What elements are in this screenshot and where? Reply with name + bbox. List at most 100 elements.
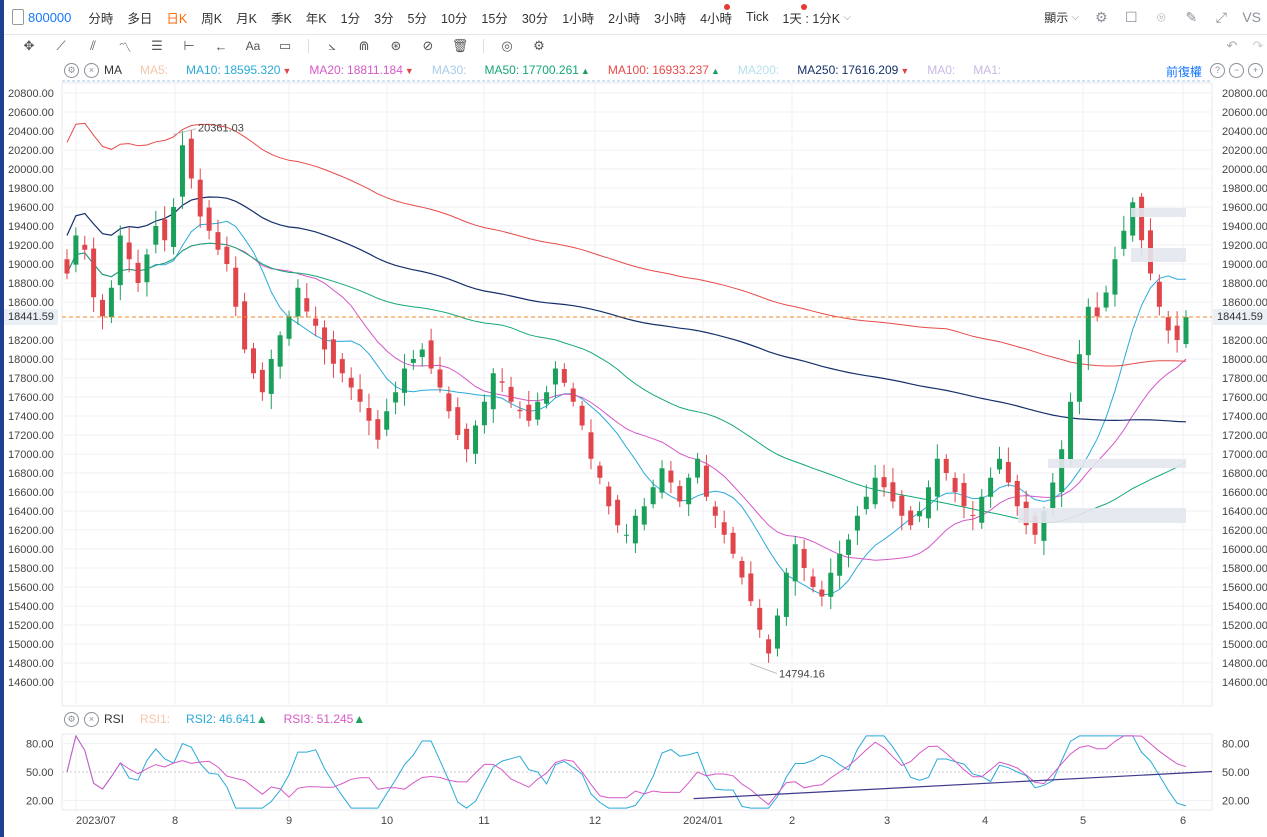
candle-body: [677, 486, 683, 502]
candle-body: [295, 287, 301, 317]
y-tick-label-right: 20400.00: [1222, 126, 1267, 138]
y-tick-label-left: 19400.00: [8, 221, 54, 233]
candle-body: [890, 482, 896, 502]
rsi-tick-label-right: 80.00: [1222, 739, 1250, 751]
y-tick-label-left: 16800.00: [8, 468, 54, 480]
candle-body: [846, 539, 852, 555]
candle-body: [695, 458, 701, 478]
x-tick-label: 8: [172, 815, 178, 827]
y-tick-label-left: 20600.00: [8, 107, 54, 119]
x-tick-label: 4: [982, 815, 988, 827]
x-tick-label: 5: [1080, 815, 1086, 827]
y-tick-label-right: 15000.00: [1222, 639, 1267, 651]
candle-body: [739, 560, 745, 578]
ma250-line: [66, 196, 1187, 423]
y-tick-label-right: 16400.00: [1222, 506, 1267, 518]
y-tick-label-left: 17000.00: [8, 449, 54, 461]
candle-body: [1076, 354, 1082, 402]
candle-body: [615, 499, 621, 526]
volume-profile-zone: [1131, 208, 1186, 217]
x-tick-label: 3: [884, 815, 890, 827]
candle-body: [153, 226, 159, 245]
candle-body: [1103, 292, 1109, 308]
candle-body: [455, 407, 461, 435]
y-tick-label-left: 16000.00: [8, 544, 54, 556]
candle-body: [517, 409, 523, 412]
y-tick-label-right: 16200.00: [1222, 525, 1267, 537]
candle-body: [917, 511, 923, 517]
candle-body: [810, 576, 816, 587]
candle-body: [100, 299, 106, 317]
candle-body: [526, 404, 532, 421]
candle-body: [1085, 306, 1091, 356]
candle-body: [837, 553, 843, 576]
candle-body: [1174, 325, 1180, 340]
candle-body: [508, 386, 514, 402]
candle-body: [251, 348, 256, 374]
volume-profile-zone: [1018, 508, 1186, 523]
y-tick-label-right: 20800.00: [1222, 88, 1267, 100]
y-tick-label-right: 20000.00: [1222, 164, 1267, 176]
y-tick-label-right: 15200.00: [1222, 620, 1267, 632]
candle-body: [730, 532, 736, 554]
candle-body: [686, 477, 692, 505]
y-tick-label-right: 16000.00: [1222, 544, 1267, 556]
y-tick-label-left: 20400.00: [8, 126, 54, 138]
candle-body: [357, 389, 363, 402]
y-tick-label-right: 20600.00: [1222, 107, 1267, 119]
y-tick-label-left: 18200.00: [8, 335, 54, 347]
candle-body: [286, 316, 292, 339]
y-tick-label-right: 19400.00: [1222, 221, 1267, 233]
candle-body: [162, 219, 168, 241]
y-tick-label-left: 20000.00: [8, 164, 54, 176]
candle-body: [863, 496, 869, 510]
candle-body: [446, 393, 452, 412]
candle-body: [1059, 449, 1065, 492]
candle-body: [277, 335, 283, 367]
candle-body: [206, 207, 212, 231]
candle-body: [792, 544, 798, 582]
candle-body: [570, 388, 576, 402]
candle-body: [91, 248, 97, 298]
candle-body: [242, 301, 248, 350]
candle-body: [988, 477, 994, 497]
price-chart[interactable]: 20800.00 20800.00 20600.00 20600.00 20400.00…: [0, 0, 1267, 837]
candle-body: [961, 482, 967, 507]
candle-body: [1068, 401, 1074, 460]
candle-body: [428, 340, 434, 369]
candle-body: [1121, 230, 1127, 249]
y-tick-label-right: 14800.00: [1222, 658, 1267, 670]
candle-body: [339, 359, 345, 374]
candle-body: [552, 368, 558, 385]
y-tick-label-left: 17200.00: [8, 430, 54, 442]
candle-body: [473, 425, 479, 454]
y-tick-label-right: 19200.00: [1222, 240, 1267, 252]
y-tick-label-left: 15400.00: [8, 601, 54, 613]
x-tick-label: 2023/07: [76, 815, 116, 827]
y-tick-label-left: 16200.00: [8, 525, 54, 537]
rsi-tick-label-right: 50.00: [1222, 767, 1250, 779]
candle-body: [748, 573, 754, 602]
candle-body: [561, 369, 567, 383]
candle-body: [384, 411, 390, 430]
y-tick-label-right: 18200.00: [1222, 335, 1267, 347]
candle-body: [899, 495, 905, 516]
candle-body: [1156, 281, 1162, 307]
candle-body: [579, 405, 585, 426]
y-tick-label-right: 15600.00: [1222, 582, 1267, 594]
low-annotation-leader: [749, 663, 778, 675]
candle-body: [1094, 307, 1100, 317]
y-tick-label-right: 16800.00: [1222, 468, 1267, 480]
y-tick-label-right: 19800.00: [1222, 183, 1267, 195]
candle-body: [268, 359, 274, 394]
candle-body: [650, 487, 656, 505]
candle-body: [481, 401, 487, 426]
candle-body: [1183, 317, 1189, 345]
y-tick-label-left: 15200.00: [8, 620, 54, 632]
current-price-tag-left: 18441.59: [4, 309, 58, 326]
high-annotation-label: 20361.03: [198, 123, 244, 135]
y-tick-label-left: 19800.00: [8, 183, 54, 195]
y-tick-label-left: 16600.00: [8, 487, 54, 499]
candle-body: [419, 349, 425, 357]
y-tick-label-left: 18600.00: [8, 297, 54, 309]
